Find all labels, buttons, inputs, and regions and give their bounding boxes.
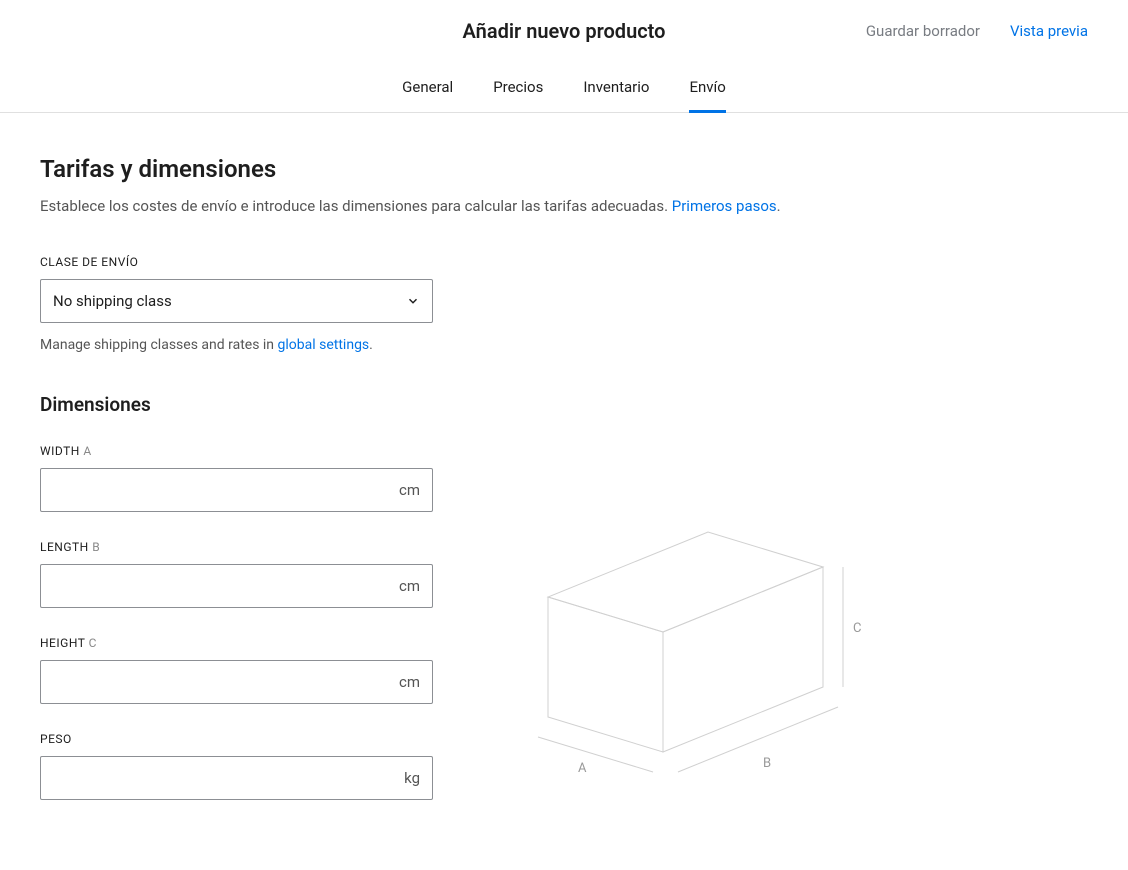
header-actions: Guardar borrador Vista previa xyxy=(866,0,1088,62)
shipping-class-label: CLASE DE ENVÍO xyxy=(40,255,1088,269)
save-draft-button[interactable]: Guardar borrador xyxy=(866,22,980,40)
svg-text:B: B xyxy=(763,756,771,771)
length-label: LENGTH B xyxy=(40,540,433,554)
svg-text:A: A xyxy=(578,761,587,776)
weight-field: PESO kg xyxy=(40,732,433,800)
weight-label: PESO xyxy=(40,732,433,746)
svg-text:C: C xyxy=(853,621,861,636)
content: Tarifas y dimensiones Establece los cost… xyxy=(0,113,1128,870)
shipping-class-value: No shipping class xyxy=(53,292,172,310)
height-field: HEIGHT C cm xyxy=(40,636,433,704)
height-input[interactable] xyxy=(41,661,387,703)
dimensions-title: Dimensiones xyxy=(40,393,1088,416)
global-settings-link[interactable]: global settings xyxy=(278,337,370,353)
shipping-class-helper: Manage shipping classes and rates in glo… xyxy=(40,337,1088,353)
tab-inventory[interactable]: Inventario xyxy=(583,62,649,112)
width-label: WIDTH A xyxy=(40,444,433,458)
getting-started-link[interactable]: Primeros pasos xyxy=(672,197,777,215)
page-header: Añadir nuevo producto Guardar borrador V… xyxy=(0,0,1128,62)
tab-prices[interactable]: Precios xyxy=(493,62,543,112)
page-title: Añadir nuevo producto xyxy=(463,19,666,43)
weight-unit: kg xyxy=(392,769,432,787)
width-field: WIDTH A cm xyxy=(40,444,433,512)
tab-general[interactable]: General xyxy=(402,62,453,112)
section-title: Tarifas y dimensiones xyxy=(40,155,1088,183)
width-unit: cm xyxy=(387,481,432,499)
preview-button[interactable]: Vista previa xyxy=(1010,22,1088,40)
height-unit: cm xyxy=(387,673,432,691)
box-diagram: A B C xyxy=(493,512,893,782)
height-label: HEIGHT C xyxy=(40,636,433,650)
tabs: General Precios Inventario Envío xyxy=(0,62,1128,113)
section-description: Establece los costes de envío e introduc… xyxy=(40,197,1088,215)
shipping-class-field: CLASE DE ENVÍO No shipping class Manage … xyxy=(40,255,1088,353)
length-input[interactable] xyxy=(41,565,387,607)
width-input[interactable] xyxy=(41,469,387,511)
shipping-class-select[interactable]: No shipping class xyxy=(40,279,433,323)
weight-input[interactable] xyxy=(41,757,392,799)
length-unit: cm xyxy=(387,577,432,595)
length-field: LENGTH B cm xyxy=(40,540,433,608)
tab-shipping[interactable]: Envío xyxy=(689,62,725,112)
chevron-down-icon xyxy=(406,294,420,308)
